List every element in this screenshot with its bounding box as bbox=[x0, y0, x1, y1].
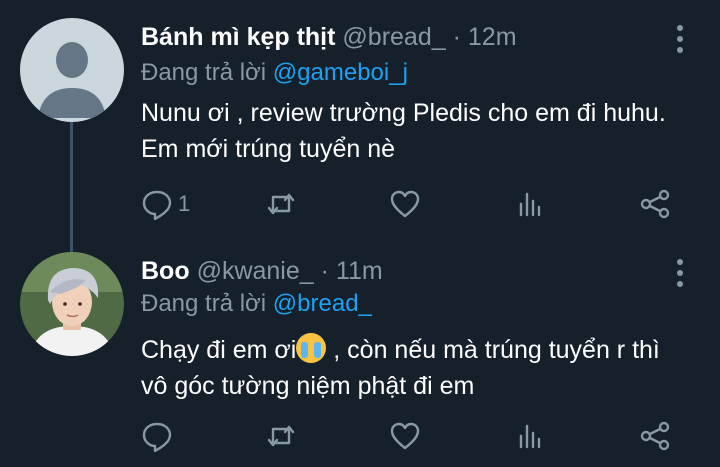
share-icon bbox=[640, 189, 670, 219]
handle[interactable]: @bread_ bbox=[342, 23, 445, 51]
reply-count: 1 bbox=[178, 191, 191, 216]
avatar[interactable] bbox=[20, 18, 124, 122]
timestamp[interactable]: 12m bbox=[468, 23, 517, 51]
reply-context: Đang trả lời @bread_ bbox=[141, 289, 372, 319]
heart-icon bbox=[390, 422, 420, 450]
tweet-text: Chạy đi em ơi , còn nếu mà trúng tuyển r… bbox=[141, 332, 681, 404]
tweet-2[interactable]: Boo @kwanie_ · 11m Đang trả lời @bread_ … bbox=[0, 250, 720, 467]
retweet-icon bbox=[267, 425, 295, 447]
more-vertical-icon[interactable] bbox=[676, 259, 684, 292]
like-button[interactable] bbox=[388, 416, 422, 456]
reply-button[interactable] bbox=[140, 416, 178, 456]
tweet-1[interactable]: Bánh mì kẹp thịt @bread_ · 12m Đang trả … bbox=[0, 0, 720, 252]
timestamp[interactable]: 11m bbox=[336, 257, 383, 285]
reply-context: Đang trả lời @gameboi_j bbox=[141, 58, 408, 88]
more-vertical-icon[interactable] bbox=[676, 25, 684, 58]
separator: · bbox=[320, 257, 329, 285]
reply-to-link[interactable]: @gameboi_j bbox=[273, 59, 408, 86]
analytics-icon bbox=[519, 192, 541, 217]
action-bar bbox=[0, 416, 720, 456]
share-icon bbox=[640, 421, 670, 451]
display-name[interactable]: Boo bbox=[141, 257, 190, 285]
comment-icon bbox=[142, 190, 172, 221]
heart-icon bbox=[390, 190, 420, 218]
retweet-button[interactable] bbox=[264, 416, 298, 456]
tweet-header: Bánh mì kẹp thịt @bread_ · 12m bbox=[141, 22, 517, 52]
retweet-icon bbox=[267, 193, 295, 215]
like-button[interactable] bbox=[388, 184, 422, 224]
tweet-header: Boo @kwanie_ · 11m bbox=[141, 256, 383, 286]
reply-prefix: Đang trả lời bbox=[141, 59, 267, 86]
share-button[interactable] bbox=[638, 184, 672, 224]
reply-button[interactable]: 1 bbox=[140, 184, 190, 224]
tweet-text-part-1: Chạy đi em ơi bbox=[141, 336, 297, 364]
tweet-text: Nunu ơi , review trường Pledis cho em đi… bbox=[141, 99, 666, 163]
share-button[interactable] bbox=[638, 416, 672, 456]
analytics-button[interactable] bbox=[514, 416, 548, 456]
display-name[interactable]: Bánh mì kẹp thịt bbox=[141, 23, 335, 51]
reply-prefix: Đang trả lời bbox=[141, 290, 267, 317]
avatar[interactable] bbox=[20, 252, 124, 356]
reply-to-link[interactable]: @bread_ bbox=[273, 290, 372, 317]
analytics-icon bbox=[519, 424, 541, 449]
comment-icon bbox=[142, 422, 172, 453]
analytics-button[interactable] bbox=[514, 184, 548, 224]
handle[interactable]: @kwanie_ bbox=[197, 257, 314, 285]
retweet-button[interactable] bbox=[264, 184, 298, 224]
loudly-crying-face-icon bbox=[296, 333, 327, 363]
action-bar: 1 bbox=[0, 184, 720, 224]
separator: · bbox=[452, 23, 461, 51]
